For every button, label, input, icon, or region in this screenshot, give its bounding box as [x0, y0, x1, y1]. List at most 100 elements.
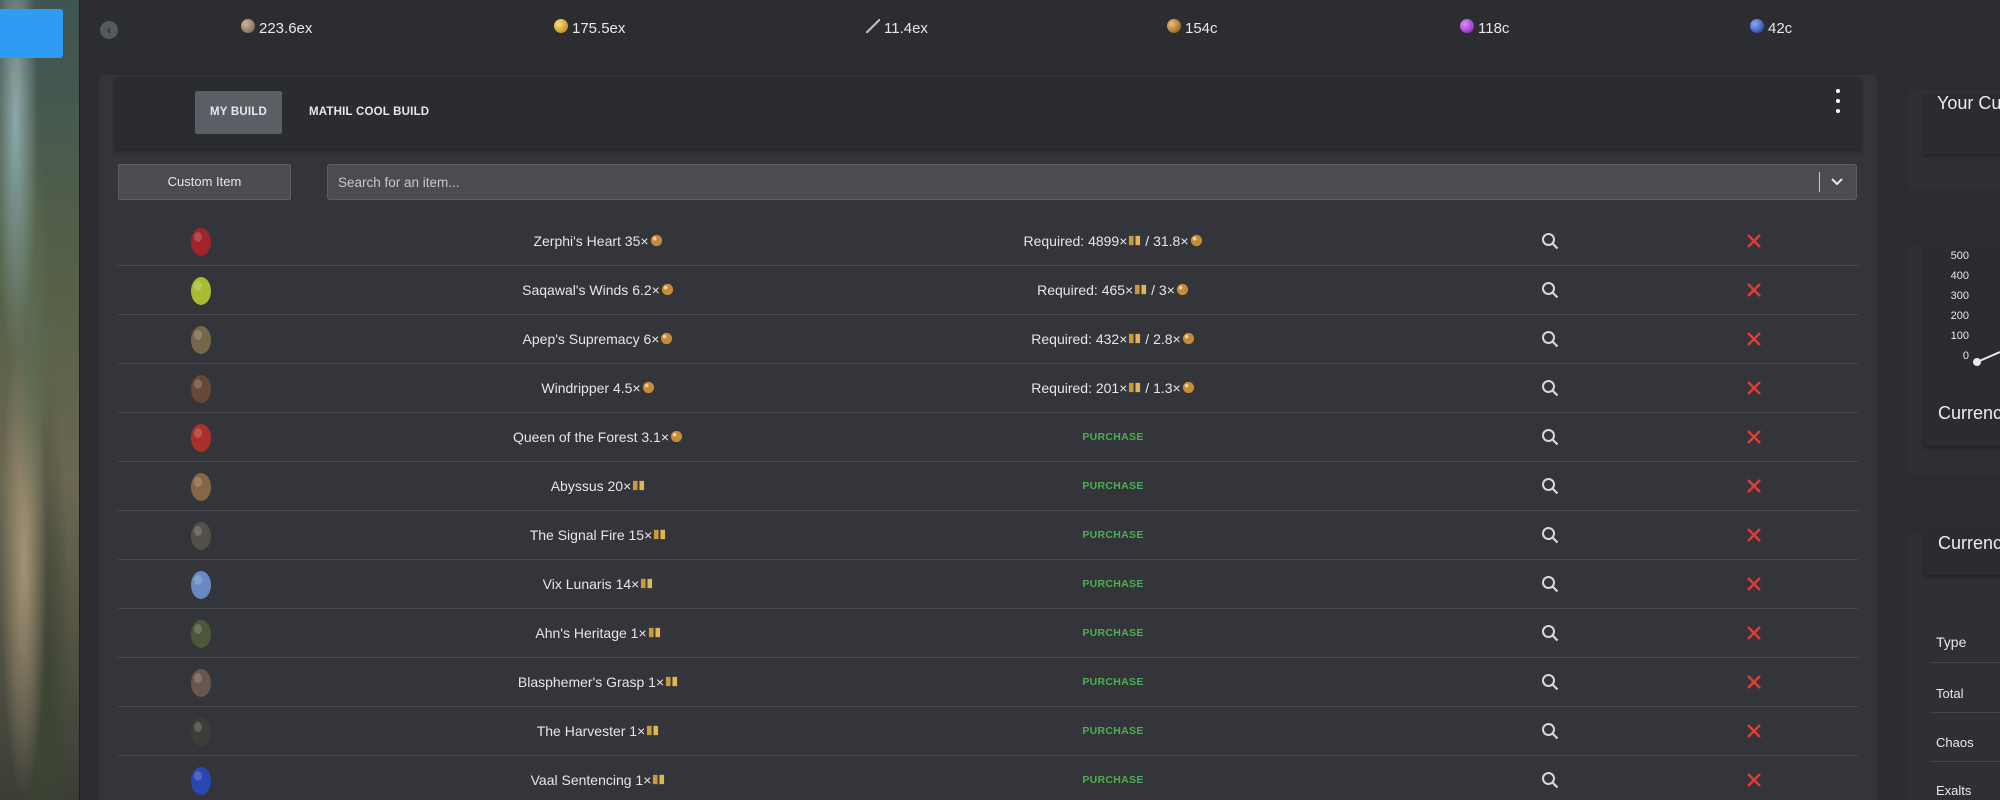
purchase-link[interactable]: PURCHASE [1023, 658, 1203, 706]
exalted-orb-icon [642, 381, 654, 394]
search-icon[interactable] [1541, 477, 1559, 495]
chaos-orb-icon [1129, 235, 1141, 246]
serpent-armour-icon [191, 326, 211, 354]
currency-item: 11.4ex [866, 18, 928, 37]
ruby-heart-icon [191, 228, 211, 256]
search-icon[interactable] [1541, 722, 1559, 740]
forest-armour-icon [191, 424, 211, 452]
close-icon[interactable] [1746, 380, 1762, 396]
exalted-orb-icon [650, 234, 662, 247]
chaos-orb-icon [647, 725, 659, 736]
divider [1930, 712, 2000, 713]
item-name: Windripper 4.5× [468, 364, 728, 412]
exalted-orb-icon [670, 430, 683, 443]
y-tick: 300 [1950, 290, 1969, 302]
search-icon[interactable] [1541, 330, 1559, 348]
close-icon[interactable] [1746, 723, 1762, 739]
divider [1930, 662, 2000, 663]
purchase-link[interactable]: PURCHASE [1023, 609, 1203, 657]
currency-item: 223.6ex [241, 18, 312, 37]
close-icon[interactable] [1746, 772, 1762, 788]
search-icon[interactable] [1541, 232, 1559, 250]
table-row: Windripper 4.5× Required: 201× / 1.3× [118, 364, 1858, 413]
chaos-orb-icon [633, 480, 645, 491]
close-icon[interactable] [1746, 478, 1762, 494]
purchase-link[interactable]: PURCHASE [1023, 560, 1203, 608]
search-icon[interactable] [1541, 428, 1559, 446]
more-options-icon[interactable] [1833, 89, 1843, 113]
item-name: Apep's Supremacy 6× [468, 315, 728, 363]
tab-my-build[interactable]: MY BUILD [195, 91, 282, 134]
purchase-link[interactable]: PURCHASE [1023, 462, 1203, 510]
table-row: Queen of the Forest 3.1× PURCHASE [118, 413, 1858, 462]
menu-toggle-button[interactable] [0, 9, 63, 58]
close-icon[interactable] [1746, 331, 1762, 347]
purchase-link[interactable]: PURCHASE [1023, 511, 1203, 559]
search-icon[interactable] [1541, 673, 1559, 691]
gloves-icon [191, 669, 211, 697]
item-name: Vaal Sentencing 1× [468, 756, 728, 800]
chevron-down-icon[interactable] [1828, 172, 1846, 190]
search-input[interactable] [338, 165, 1798, 199]
exalted-orb-icon [1190, 234, 1202, 247]
item-name: Blasphemer's Grasp 1× [468, 658, 728, 706]
back-icon[interactable]: ‹ [100, 21, 118, 39]
table-cell: Total [1936, 686, 1964, 701]
search-icon[interactable] [1541, 771, 1559, 789]
search-icon[interactable] [1541, 624, 1559, 642]
currency-table-panel [1908, 533, 2000, 800]
exalted-orb-icon [1182, 332, 1194, 345]
close-icon[interactable] [1746, 429, 1762, 445]
current-panel: Your Cu [1908, 90, 2000, 190]
chaos-orb-icon [1129, 333, 1141, 344]
currency-item: 175.5ex [554, 18, 625, 37]
tab-mathil-cool-build[interactable]: MATHIL COOL BUILD [294, 91, 444, 134]
tower-shield-icon [191, 620, 211, 648]
chaos-orb-icon [1135, 284, 1147, 295]
exalted-orb-icon [661, 332, 673, 345]
purchase-link[interactable]: PURCHASE [1023, 707, 1203, 755]
purchase-link[interactable]: PURCHASE [1023, 756, 1203, 800]
winds-armour-icon [191, 277, 211, 305]
chaos-orb-icon [641, 578, 653, 589]
y-tick: 200 [1950, 310, 1969, 322]
close-icon[interactable] [1746, 625, 1762, 641]
currency-item: 118c [1460, 18, 1509, 37]
table-row: Apep's Supremacy 6× Required: 432× / 2.8× [118, 315, 1858, 364]
search-icon[interactable] [1541, 379, 1559, 397]
close-icon[interactable] [1746, 233, 1762, 249]
table-row: Saqawal's Winds 6.2× Required: 465× / 3× [118, 266, 1858, 315]
blue-orb-icon [1750, 18, 1764, 33]
divider [1930, 761, 2000, 762]
required-amount: Required: 4899× / 31.8× [958, 217, 1268, 265]
panel-title: Your Cu [1937, 93, 2000, 113]
table-row: Ahn's Heritage 1× PURCHASE [118, 609, 1858, 658]
close-icon[interactable] [1746, 282, 1762, 298]
close-icon[interactable] [1746, 576, 1762, 592]
table-row: Abyssus 20× PURCHASE [118, 462, 1858, 511]
chart-line [1973, 351, 2000, 366]
item-name: Ahn's Heritage 1× [468, 609, 728, 657]
axe-icon [191, 718, 211, 746]
purple-orb-icon [1460, 18, 1474, 33]
close-icon[interactable] [1746, 527, 1762, 543]
table-row: Vix Lunaris 14× PURCHASE [118, 560, 1858, 609]
y-tick: 0 [1962, 350, 1969, 362]
search-icon[interactable] [1541, 281, 1559, 299]
search-icon[interactable] [1541, 526, 1559, 544]
custom-item-button[interactable]: Custom Item [118, 164, 291, 200]
search-icon[interactable] [1541, 575, 1559, 593]
purchase-link[interactable]: PURCHASE [1023, 413, 1203, 461]
table-cell: Exalts [1936, 783, 1972, 798]
close-icon[interactable] [1746, 674, 1762, 690]
item-name: Saqawal's Winds 6.2× [468, 266, 728, 314]
gold-orb-icon [554, 18, 568, 33]
shield-icon [191, 571, 211, 599]
table-row: Vaal Sentencing 1× PURCHASE [118, 756, 1858, 800]
exalted-orb-icon [661, 283, 673, 296]
item-name: The Signal Fire 15× [468, 511, 728, 559]
table-header: Type [1936, 634, 1967, 650]
exalted-orb-icon [1167, 18, 1181, 33]
required-amount: Required: 201× / 1.3× [958, 364, 1268, 412]
divine-orb-icon [241, 18, 255, 33]
